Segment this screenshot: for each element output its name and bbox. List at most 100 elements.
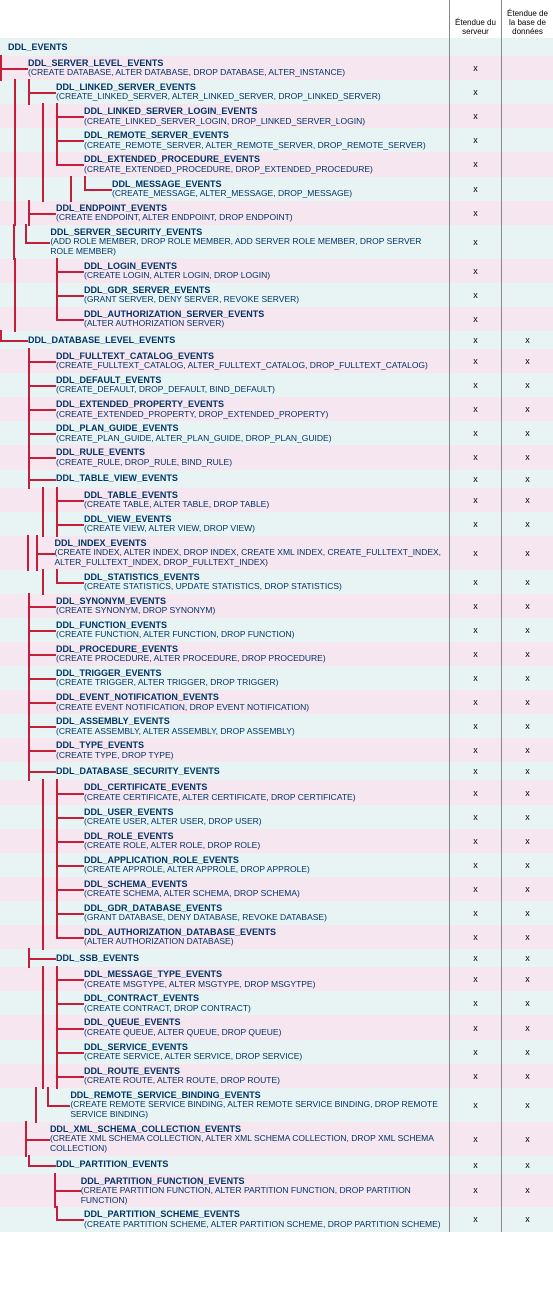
node-desc: (CREATE REMOTE SERVICE BINDING, ALTER RE… bbox=[70, 1100, 445, 1120]
node-name: DDL_DATABASE_LEVEL_EVENTS bbox=[28, 335, 175, 345]
db-scope-mark bbox=[501, 259, 553, 283]
node-desc: (CREATE_EXTENDED_PROCEDURE, DROP_EXTENDE… bbox=[84, 165, 373, 175]
server-scope-mark: x bbox=[449, 1088, 501, 1122]
node-name: DDL_LINKED_SERVER_LOGIN_EVENTS bbox=[84, 106, 365, 116]
server-scope-mark: x bbox=[449, 283, 501, 307]
server-scope-mark: x bbox=[449, 152, 501, 176]
server-scope-mark: x bbox=[449, 901, 501, 925]
db-scope-mark bbox=[501, 225, 553, 259]
db-scope-mark: x bbox=[501, 1207, 553, 1231]
node-desc: (CREATE_MESSAGE, ALTER_MESSAGE, DROP_MES… bbox=[112, 189, 352, 199]
db-scope-mark bbox=[501, 56, 553, 80]
node-desc: (CREATE ENDPOINT, ALTER ENDPOINT, DROP E… bbox=[56, 213, 293, 223]
db-scope-mark: x bbox=[501, 805, 553, 829]
tree-node: DDL_TABLE_VIEW_EVENTSxx bbox=[0, 470, 553, 488]
server-scope-mark: x bbox=[449, 853, 501, 877]
server-scope-mark: x bbox=[449, 307, 501, 331]
node-desc: (CREATE PROCEDURE, ALTER PROCEDURE, DROP… bbox=[56, 654, 326, 664]
server-scope-mark: x bbox=[449, 925, 501, 949]
server-scope-mark: x bbox=[449, 470, 501, 488]
tree-node: DDL_AUTHORIZATION_DATABASE_EVENTS(ALTER … bbox=[0, 925, 553, 949]
db-scope-mark: x bbox=[501, 594, 553, 618]
server-scope-mark: x bbox=[449, 666, 501, 690]
server-scope-mark bbox=[449, 38, 501, 56]
server-scope-mark: x bbox=[449, 570, 501, 594]
server-scope-mark: x bbox=[449, 177, 501, 201]
tree-node: DDL_CONTRACT_EVENTS(CREATE CONTRACT, DRO… bbox=[0, 991, 553, 1015]
tree-node: DDL_REMOTE_SERVER_EVENTS(CREATE_REMOTE_S… bbox=[0, 128, 553, 152]
db-scope-mark: x bbox=[501, 421, 553, 445]
tree-node: DDL_EVENT_NOTIFICATION_EVENTS(CREATE EVE… bbox=[0, 690, 553, 714]
server-scope-mark: x bbox=[449, 56, 501, 80]
node-desc: (CREATE_DEFAULT, DROP_DEFAULT, BIND_DEFA… bbox=[56, 385, 275, 395]
db-scope-mark: x bbox=[501, 1064, 553, 1088]
node-desc: (ALTER AUTHORIZATION SERVER) bbox=[84, 319, 264, 329]
tree-node: DDL_TABLE_EVENTS(CREATE TABLE, ALTER TAB… bbox=[0, 488, 553, 512]
tree-node: DDL_APPLICATION_ROLE_EVENTS(CREATE APPRO… bbox=[0, 853, 553, 877]
db-scope-mark: x bbox=[501, 445, 553, 469]
node-desc: (CREATE SCHEMA, ALTER SCHEMA, DROP SCHEM… bbox=[84, 889, 300, 899]
server-scope-mark: x bbox=[449, 536, 501, 570]
server-scope-mark: x bbox=[449, 397, 501, 421]
tree-node: DDL_TYPE_EVENTS(CREATE TYPE, DROP TYPE)x… bbox=[0, 738, 553, 762]
server-scope-mark: x bbox=[449, 128, 501, 152]
node-desc: (CREATE_LINKED_SERVER, ALTER_LINKED_SERV… bbox=[56, 92, 381, 102]
tree-node: DDL_FUNCTION_EVENTS(CREATE FUNCTION, ALT… bbox=[0, 618, 553, 642]
server-scope-mark: x bbox=[449, 594, 501, 618]
server-scope-mark: x bbox=[449, 690, 501, 714]
server-scope-mark: x bbox=[449, 618, 501, 642]
db-scope-mark: x bbox=[501, 949, 553, 967]
tree-node: DDL_PARTITION_EVENTSxx bbox=[0, 1156, 553, 1174]
server-scope-mark: x bbox=[449, 349, 501, 373]
server-scope-mark: x bbox=[449, 949, 501, 967]
node-desc: (CREATE APPROLE, ALTER APPROLE, DROP APP… bbox=[84, 865, 310, 875]
tree-node: DDL_ROUTE_EVENTS(CREATE ROUTE, ALTER ROU… bbox=[0, 1064, 553, 1088]
node-desc: (ADD ROLE MEMBER, DROP ROLE MEMBER, ADD … bbox=[50, 237, 445, 257]
tree-node: DDL_LINKED_SERVER_LOGIN_EVENTS(CREATE_LI… bbox=[0, 104, 553, 128]
node-desc: (CREATE_REMOTE_SERVER, ALTER_REMOTE_SERV… bbox=[84, 141, 426, 151]
tree-node: DDL_AUTHORIZATION_SERVER_EVENTS(ALTER AU… bbox=[0, 307, 553, 331]
tree-node: DDL_ASSEMBLY_EVENTS(CREATE ASSEMBLY, ALT… bbox=[0, 714, 553, 738]
db-scope-mark bbox=[501, 80, 553, 104]
node-desc: (CREATE MSGTYPE, ALTER MSGTYPE, DROP MSG… bbox=[84, 980, 315, 990]
node-name: DDL_SSB_EVENTS bbox=[56, 953, 139, 963]
node-desc: (CREATE_PLAN_GUIDE, ALTER_PLAN_GUIDE, DR… bbox=[56, 434, 332, 444]
db-scope-mark: x bbox=[501, 570, 553, 594]
db-scope-mark: x bbox=[501, 877, 553, 901]
server-scope-mark: x bbox=[449, 642, 501, 666]
tree-node: DDL_INDEX_EVENTS(CREATE INDEX, ALTER IND… bbox=[0, 536, 553, 570]
tree-node: DDL_SSB_EVENTS xx bbox=[0, 949, 553, 967]
db-scope-mark: x bbox=[501, 488, 553, 512]
server-scope-mark: x bbox=[449, 1174, 501, 1208]
db-scope-mark: x bbox=[501, 780, 553, 804]
col-server-scope: Étendue du serveur bbox=[449, 0, 501, 38]
server-scope-mark: x bbox=[449, 104, 501, 128]
server-scope-mark: x bbox=[449, 1122, 501, 1156]
db-scope-mark bbox=[501, 152, 553, 176]
node-desc: (CREATE ASSEMBLY, ALTER ASSEMBLY, DROP A… bbox=[56, 727, 295, 737]
server-scope-mark: x bbox=[449, 445, 501, 469]
server-scope-mark: x bbox=[449, 1015, 501, 1039]
server-scope-mark: x bbox=[449, 738, 501, 762]
server-scope-mark: x bbox=[449, 780, 501, 804]
tree-node: DDL_FULLTEXT_CATALOG_EVENTS(CREATE_FULLT… bbox=[0, 349, 553, 373]
tree-node: DDL_SERVER_LEVEL_EVENTS(CREATE DATABASE,… bbox=[0, 56, 553, 80]
db-scope-mark bbox=[501, 38, 553, 56]
tree-node: DDL_RULE_EVENTS(CREATE_RULE, DROP_RULE, … bbox=[0, 445, 553, 469]
node-desc: (CREATE_LINKED_SERVER_LOGIN, DROP_LINKED… bbox=[84, 117, 365, 127]
header-row: Étendue du serveur Étendue de la base de… bbox=[0, 0, 553, 38]
tree-node: DDL_DEFAULT_EVENTS(CREATE_DEFAULT, DROP_… bbox=[0, 373, 553, 397]
tree-node: DDL_STATISTICS_EVENTS(CREATE STATISTICS,… bbox=[0, 570, 553, 594]
tree-node: DDL_GDR_SERVER_EVENTS(GRANT SERVER, DENY… bbox=[0, 283, 553, 307]
node-desc: (CREATE_EXTENDED_PROPERTY, DROP_EXTENDED… bbox=[56, 410, 328, 420]
node-desc: (CREATE PARTITION SCHEME, ALTER PARTITIO… bbox=[84, 1220, 441, 1230]
node-name: DDL_EXTENDED_PROPERTY_EVENTS bbox=[56, 399, 328, 409]
tree-node: DDL_MESSAGE_EVENTS(CREATE_MESSAGE, ALTER… bbox=[0, 177, 553, 201]
tree-node: DDL_DATABASE_SECURITY_EVENTSxx bbox=[0, 762, 553, 780]
tree-node: DDL_ROLE_EVENTS(CREATE ROLE, ALTER ROLE,… bbox=[0, 829, 553, 853]
db-scope-mark: x bbox=[501, 925, 553, 949]
tree-node: DDL_USER_EVENTS(CREATE USER, ALTER USER,… bbox=[0, 805, 553, 829]
tree-node: DDL_CERTIFICATE_EVENTS(CREATE CERTIFICAT… bbox=[0, 780, 553, 804]
db-scope-mark bbox=[501, 201, 553, 225]
db-scope-mark: x bbox=[501, 829, 553, 853]
